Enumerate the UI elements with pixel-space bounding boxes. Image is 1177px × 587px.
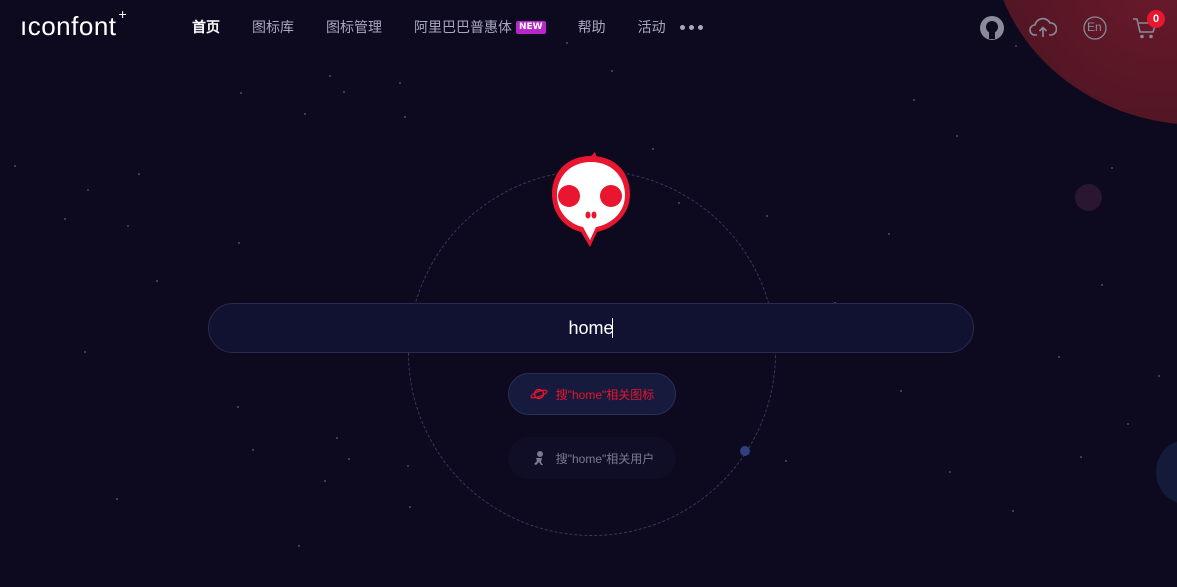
more-dot — [697, 24, 703, 30]
language-switch-button[interactable]: En — [1081, 14, 1109, 42]
star — [949, 471, 951, 473]
star — [127, 225, 129, 227]
star — [913, 99, 915, 101]
nav-home[interactable]: 首页 — [192, 17, 220, 37]
upload-button[interactable] — [1029, 14, 1057, 42]
star — [138, 173, 140, 175]
search-users-suggestion-label: 搜"home"相关用户 — [555, 451, 655, 466]
site-logo[interactable]: ıconfont + — [20, 6, 127, 42]
github-login-button[interactable] — [978, 14, 1006, 42]
search-input[interactable] — [209, 304, 973, 352]
upload-cloud-icon — [1029, 17, 1057, 37]
logo-mark: + — [118, 6, 128, 23]
astronaut-icon — [530, 449, 548, 467]
star — [64, 218, 66, 220]
more-menu-button[interactable] — [679, 17, 703, 37]
star — [343, 91, 345, 93]
nav-activities[interactable]: 活动 — [638, 17, 666, 37]
nav-icon-library[interactable]: 图标库 — [252, 17, 294, 37]
star — [766, 215, 768, 217]
star — [84, 351, 86, 353]
star — [956, 135, 958, 137]
star — [348, 458, 350, 460]
nav-icon-library-label: 图标库 — [252, 19, 294, 35]
star — [116, 498, 118, 500]
nav-alibaba-font[interactable]: 阿里巴巴普惠体 NEW — [414, 17, 546, 37]
language-label: En — [1087, 20, 1102, 34]
small-planet-decoration — [1075, 184, 1102, 211]
star — [252, 449, 254, 451]
star — [407, 465, 409, 467]
more-dot — [679, 24, 685, 30]
star — [785, 460, 787, 462]
star — [1058, 356, 1060, 358]
nav-help[interactable]: 帮助 — [578, 17, 606, 37]
star — [298, 545, 300, 547]
star — [888, 233, 890, 235]
star — [1127, 423, 1129, 425]
search-icons-suggestion-label: 搜"home"相关图标 — [555, 387, 655, 402]
star — [652, 148, 654, 150]
search-box[interactable] — [208, 303, 974, 353]
star — [1101, 284, 1103, 286]
logo-text: ıconfont — [20, 11, 117, 41]
main-nav: 首页 图标库 图标管理 阿里巴巴普惠体 NEW 帮助 活动 — [192, 17, 703, 37]
star — [399, 82, 401, 84]
cart-count-badge: 0 — [1147, 10, 1165, 28]
search-users-suggestion[interactable]: 搜"home"相关用户 — [508, 437, 676, 479]
star — [611, 70, 613, 72]
edge-planet-decoration — [1156, 440, 1177, 504]
planet-icon — [530, 385, 548, 403]
star — [14, 165, 16, 167]
star — [404, 116, 406, 118]
star — [240, 92, 242, 94]
nav-icon-management-label: 图标管理 — [326, 19, 382, 35]
orbit-satellite — [740, 446, 750, 456]
github-icon — [980, 16, 1004, 40]
star — [87, 189, 89, 191]
star — [900, 390, 902, 392]
nav-home-label: 首页 — [192, 19, 220, 35]
star — [329, 75, 331, 77]
search-icons-suggestion[interactable]: 搜"home"相关图标 — [508, 373, 676, 415]
star — [409, 506, 411, 508]
star — [156, 280, 158, 282]
nav-icon-management[interactable]: 图标管理 — [326, 17, 382, 37]
star — [336, 437, 338, 439]
star — [1111, 167, 1113, 169]
star — [1158, 375, 1160, 377]
top-header: ıconfont+ 首页 图标库 图标管理 阿里巴巴普惠体 NEW 帮助 活动 — [0, 0, 1177, 56]
nav-alibaba-font-label: 阿里巴巴普惠体 — [414, 19, 512, 35]
page: ıconfont+ 首页 图标库 图标管理 阿里巴巴普惠体 NEW 帮助 活动 — [0, 0, 1177, 587]
more-dot — [688, 24, 694, 30]
text-caret — [612, 318, 613, 338]
star — [237, 406, 239, 408]
new-badge: NEW — [516, 20, 546, 34]
skull-mascot — [552, 152, 630, 247]
star — [304, 113, 306, 115]
nav-help-label: 帮助 — [577, 19, 606, 35]
nav-activities-label: 活动 — [637, 19, 666, 35]
star — [1012, 510, 1014, 512]
star — [238, 242, 240, 244]
star — [324, 480, 326, 482]
star — [1080, 456, 1082, 458]
